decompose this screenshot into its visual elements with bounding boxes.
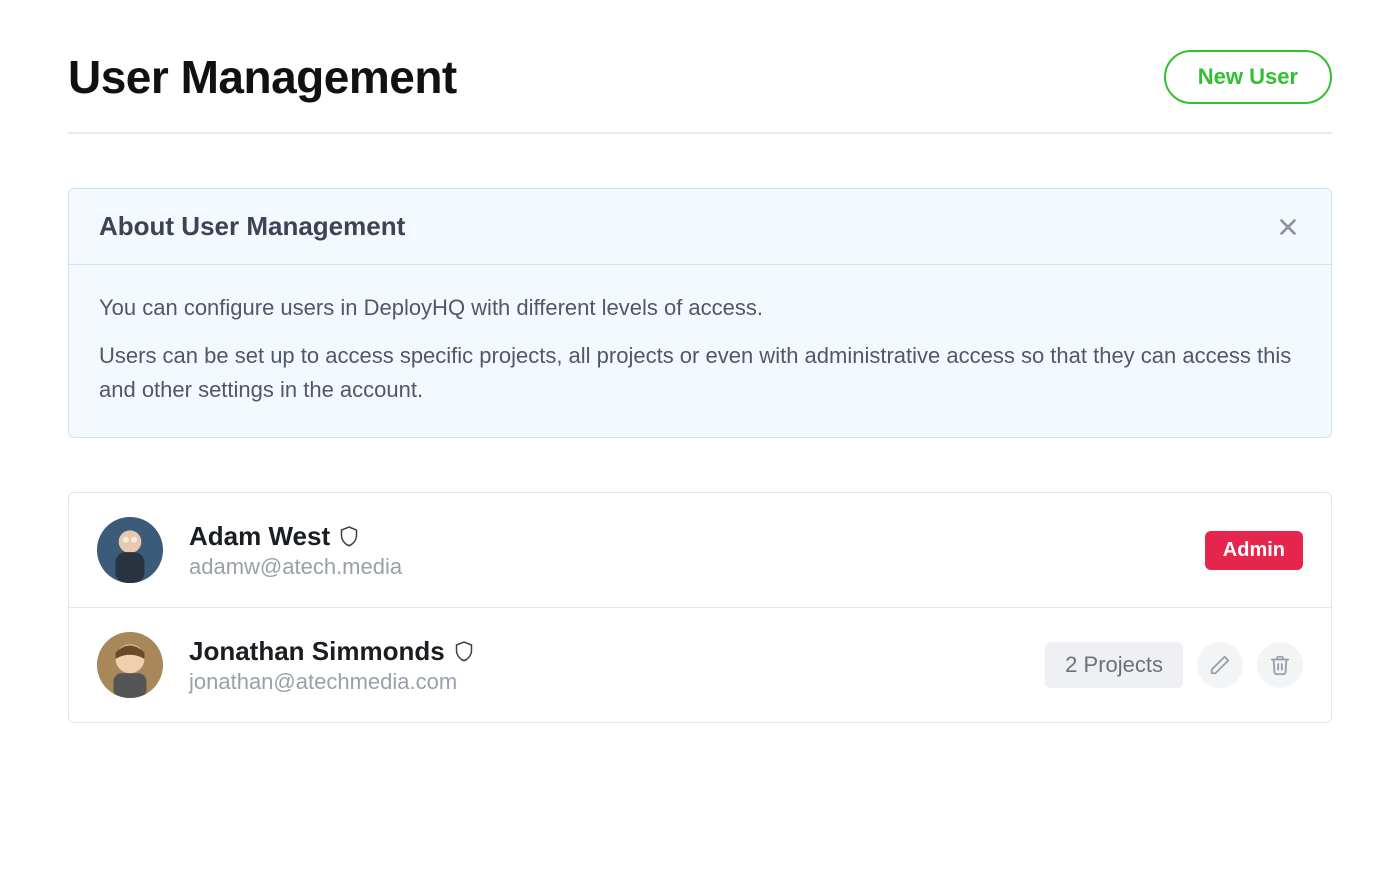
avatar: [97, 517, 163, 583]
new-user-button[interactable]: New User: [1164, 50, 1332, 104]
info-panel-body: You can configure users in DeployHQ with…: [69, 265, 1331, 437]
admin-badge: Admin: [1205, 531, 1303, 570]
projects-badge[interactable]: 2 Projects: [1045, 642, 1183, 688]
user-row-actions: 2 Projects: [1045, 642, 1303, 688]
delete-button[interactable]: [1257, 642, 1303, 688]
close-icon[interactable]: [1275, 214, 1301, 240]
info-panel: About User Management You can configure …: [68, 188, 1332, 438]
trash-icon: [1269, 654, 1291, 676]
user-row: Jonathan Simmonds jonathan@atechmedia.co…: [69, 607, 1331, 722]
shield-icon: [340, 524, 360, 548]
info-panel-title: About User Management: [99, 211, 405, 242]
user-name: Adam West: [189, 521, 330, 552]
user-info: Jonathan Simmonds jonathan@atechmedia.co…: [189, 636, 1019, 695]
user-info: Adam West adamw@atech.media: [189, 521, 1179, 580]
user-row: Adam West adamw@atech.media Admin: [69, 493, 1331, 607]
user-email: jonathan@atechmedia.com: [189, 669, 1019, 695]
info-text-2: Users can be set up to access specific p…: [99, 339, 1301, 407]
page-title: User Management: [68, 50, 457, 104]
info-panel-header: About User Management: [69, 189, 1331, 265]
page-header: User Management New User: [68, 50, 1332, 134]
avatar: [97, 632, 163, 698]
info-text-1: You can configure users in DeployHQ with…: [99, 291, 1301, 325]
user-email: adamw@atech.media: [189, 554, 1179, 580]
shield-icon: [455, 639, 475, 663]
user-name: Jonathan Simmonds: [189, 636, 445, 667]
user-list: Adam West adamw@atech.media Admin Jonath…: [68, 492, 1332, 723]
pencil-icon: [1209, 654, 1231, 676]
edit-button[interactable]: [1197, 642, 1243, 688]
user-row-actions: Admin: [1205, 531, 1303, 570]
